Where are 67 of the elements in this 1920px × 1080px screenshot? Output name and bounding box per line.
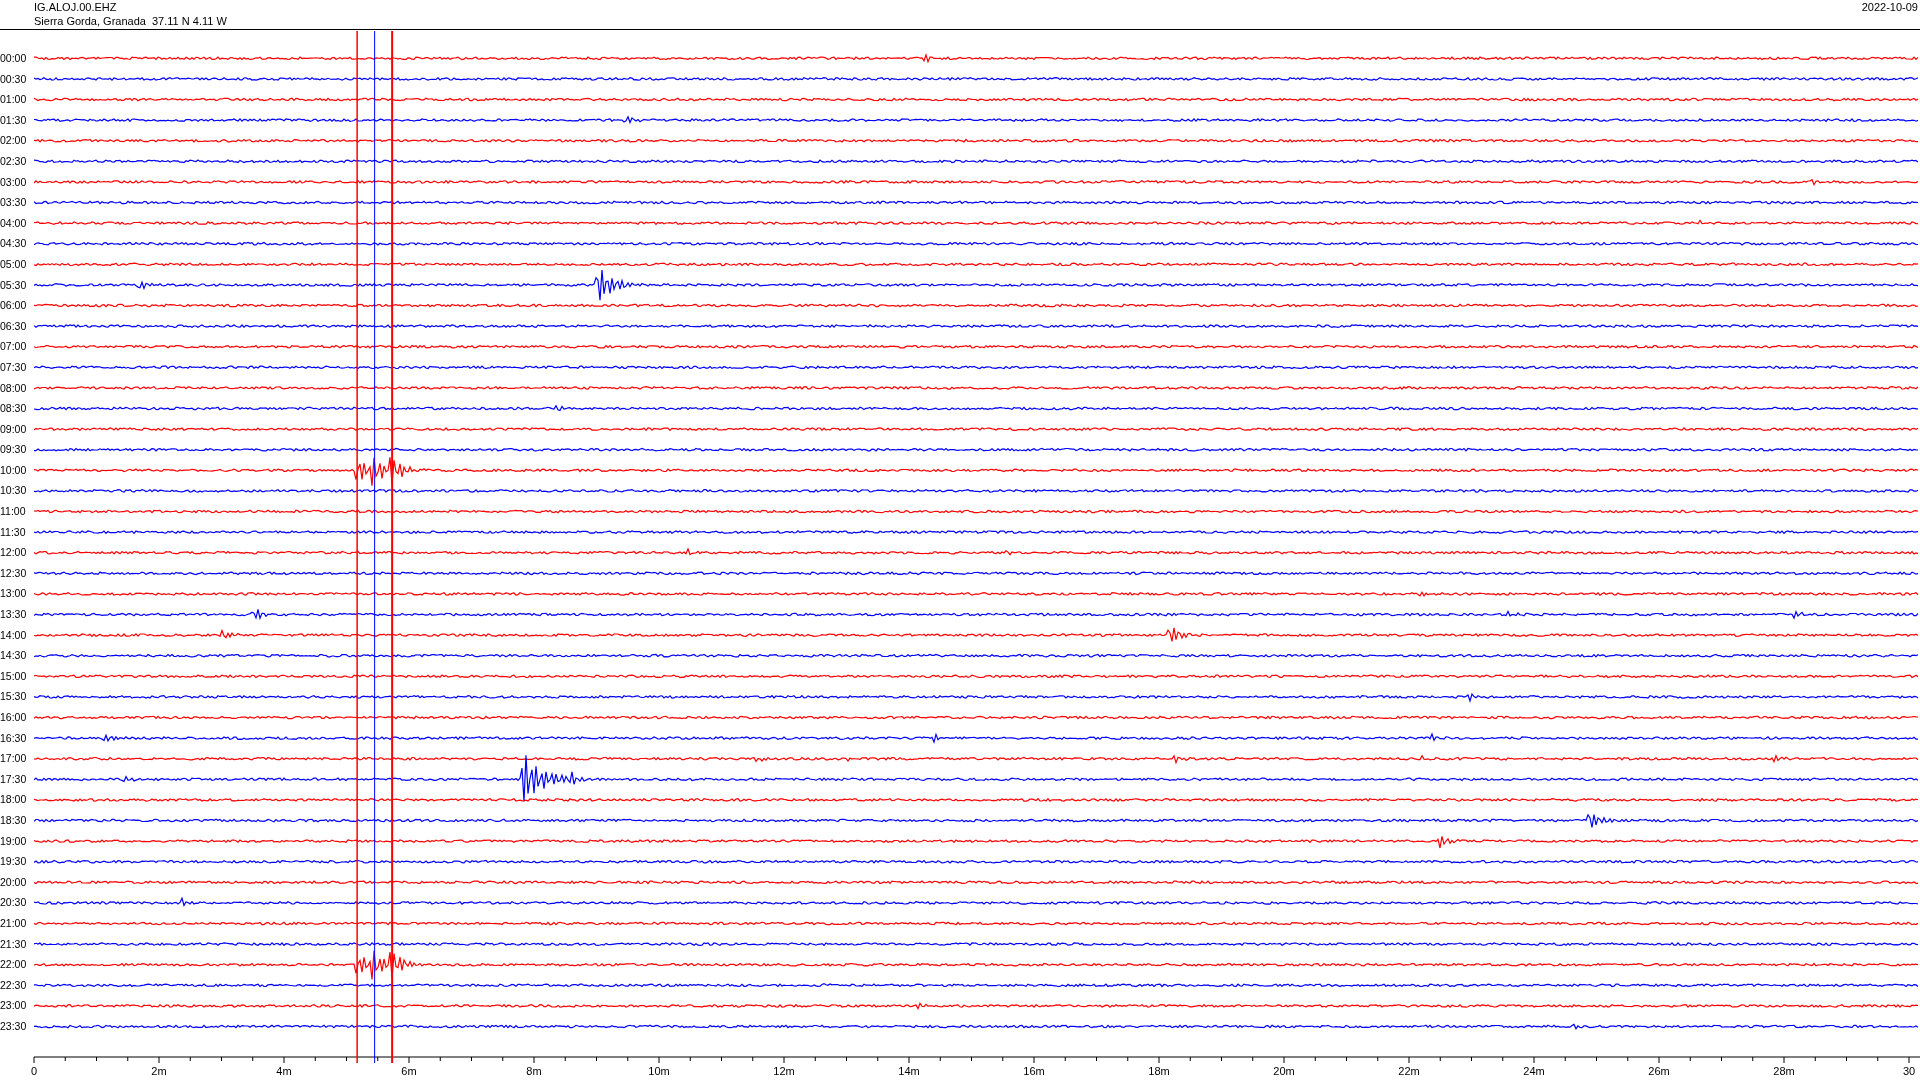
axis-label: 30: [1902, 1065, 1916, 1077]
time-label: 07:00: [0, 339, 28, 355]
time-label: 05:30: [0, 277, 28, 293]
axis-label: 24m: [1523, 1065, 1545, 1077]
time-label: 18:30: [0, 812, 28, 828]
axis-label: 8m: [526, 1065, 542, 1077]
time-label: 15:30: [0, 689, 28, 705]
time-label: 10:30: [0, 483, 28, 499]
time-label: 16:30: [0, 730, 28, 746]
time-label: 19:00: [0, 833, 28, 849]
axis-label: 6m: [401, 1065, 417, 1077]
axis-label: 22m: [1398, 1065, 1420, 1077]
time-label: 12:00: [0, 545, 28, 561]
axis-label: 0: [30, 1065, 38, 1077]
time-label: 09:30: [0, 442, 28, 458]
axis-label: 20m: [1273, 1065, 1295, 1077]
time-label: 02:30: [0, 153, 28, 169]
time-label: 10:00: [0, 462, 28, 478]
time-label: 08:00: [0, 380, 28, 396]
time-label: 11:00: [0, 504, 27, 520]
time-label: 09:00: [0, 421, 28, 437]
time-label: 14:30: [0, 648, 28, 664]
time-label: 03:30: [0, 195, 28, 211]
time-label: 23:30: [0, 1018, 28, 1034]
time-label: 21:00: [0, 915, 28, 931]
time-label: 02:00: [0, 133, 28, 149]
time-label: 20:00: [0, 874, 28, 890]
time-label: 07:30: [0, 359, 28, 375]
axis-label: 26m: [1648, 1065, 1670, 1077]
time-label: 00:30: [0, 71, 28, 87]
time-label: 13:00: [0, 586, 28, 602]
time-label: 01:30: [0, 112, 28, 128]
time-label: 13:30: [0, 607, 28, 623]
time-label: 21:30: [0, 936, 28, 952]
time-label: 12:30: [0, 565, 28, 581]
time-label: 18:00: [0, 792, 28, 808]
time-label: 05:00: [0, 256, 28, 272]
axis-label: 2m: [151, 1065, 167, 1077]
station-code: IG.ALOJ.00.EHZ: [34, 0, 118, 14]
axis-label: 28m: [1773, 1065, 1795, 1077]
time-label: 04:00: [0, 215, 28, 231]
time-label: 03:00: [0, 174, 28, 190]
time-label: 04:30: [0, 236, 28, 252]
time-label: 16:00: [0, 710, 28, 725]
time-label: 15:00: [0, 668, 28, 684]
time-label: 01:00: [0, 92, 28, 108]
time-label: 06:30: [0, 318, 28, 334]
time-label: 11:30: [0, 524, 27, 540]
time-label: 22:00: [0, 957, 28, 973]
time-label: 19:30: [0, 854, 28, 870]
axis-label: 14m: [898, 1065, 920, 1077]
time-label: 22:30: [0, 977, 28, 993]
axis-label: 18m: [1148, 1065, 1170, 1077]
axis-label: 10m: [648, 1065, 670, 1077]
time-label: 00:00: [0, 51, 28, 66]
time-label: 14:00: [0, 627, 28, 643]
time-label: 06:00: [0, 298, 28, 314]
time-label: 23:00: [0, 998, 28, 1014]
time-label: 17:30: [0, 771, 28, 787]
axis-label: 16m: [1023, 1065, 1045, 1077]
station-location: Sierra Gorda, Granada 37.11 N 4.11 W: [34, 14, 227, 28]
plot-date: 2022-10-09: [1861, 0, 1919, 15]
time-label: 20:30: [0, 895, 28, 911]
time-label: 08:30: [0, 401, 28, 417]
time-label: 17:00: [0, 751, 28, 767]
axis-label: 4m: [276, 1065, 292, 1077]
axis-label: 12m: [773, 1065, 795, 1077]
